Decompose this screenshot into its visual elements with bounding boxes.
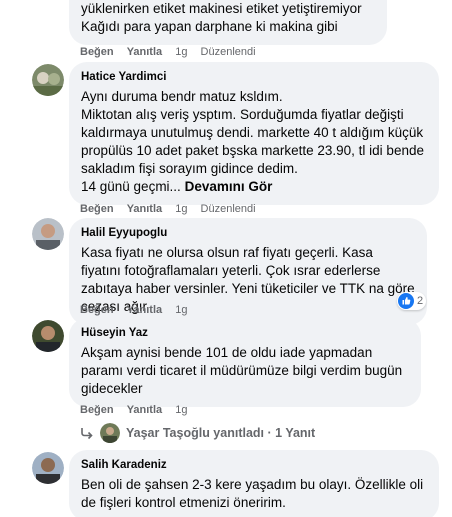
comment-time[interactable]: 1g	[175, 404, 187, 416]
comment-actions: Beğen Yanıtla 1g Düzenlendi	[80, 202, 266, 216]
reply-button[interactable]: Yanıtla	[127, 46, 162, 58]
like-reaction-icon	[398, 293, 414, 309]
replier-avatar	[100, 423, 120, 443]
replies-summary: Yaşar Taşoğlu yanıtladı · 1 Yanıt	[126, 426, 316, 440]
comment-actions: Beğen Yanıtla 1g	[80, 303, 197, 317]
comment-author[interactable]: Hatice Yardimci	[81, 70, 427, 85]
avatar[interactable]	[32, 320, 64, 352]
reply-button[interactable]: Yanıtla	[127, 203, 162, 215]
comment-author[interactable]: Halil Eyyupoglu	[81, 226, 415, 241]
comment-text: Ben oli de şahsen 2-3 kere yaşadım bu ol…	[81, 477, 424, 510]
comment-author[interactable]: Hüseyin Yaz	[81, 326, 409, 341]
reaction-summary[interactable]: 2	[397, 292, 427, 310]
comment-time[interactable]: 1g	[175, 203, 187, 215]
comment-time[interactable]: 1g	[175, 304, 187, 316]
avatar[interactable]	[32, 64, 64, 96]
edited-label: Düzenlendi	[200, 46, 256, 58]
comment-actions: Beğen Yanıtla 1g Düzenlendi	[80, 45, 266, 59]
comment-bubble: Hatice Yardimci Aynı duruma bendr matuz …	[69, 62, 439, 205]
view-replies-link[interactable]: Yaşar Taşoğlu yanıtladı · 1 Yanıt	[80, 423, 315, 443]
reply-button[interactable]: Yanıtla	[127, 304, 162, 316]
reaction-count: 2	[417, 295, 424, 307]
see-more-link[interactable]: Devamını Gör	[185, 179, 273, 194]
comment-text: Aynı duruma bendr matuz ksldım. Miktotan…	[81, 88, 427, 196]
comment-bubble: yüklenirken etiket makinesi etiket yetiş…	[69, 0, 387, 45]
reply-button[interactable]: Yanıtla	[127, 404, 162, 416]
comment-text: Akşam aynisi bende 101 de oldu iade yapm…	[81, 345, 403, 396]
comment-author[interactable]: Salih Karadeniz	[81, 458, 427, 473]
reply-arrow-icon	[81, 428, 93, 440]
comment-bubble: Hüseyin Yaz Akşam aynisi bende 101 de ol…	[69, 318, 421, 407]
comment-actions: Beğen Yanıtla 1g	[80, 403, 197, 417]
like-button[interactable]: Beğen	[80, 203, 114, 215]
comment-time[interactable]: 1g	[175, 46, 187, 58]
like-button[interactable]: Beğen	[80, 46, 114, 58]
comment-bubble: Salih Karadeniz Ben oli de şahsen 2-3 ke…	[69, 450, 439, 517]
edited-label: Düzenlendi	[200, 203, 256, 215]
comment-text: yüklenirken etiket makinesi etiket yetiş…	[81, 1, 362, 34]
avatar[interactable]	[32, 452, 64, 484]
like-button[interactable]: Beğen	[80, 404, 114, 416]
like-button[interactable]: Beğen	[80, 304, 114, 316]
avatar[interactable]	[32, 218, 64, 250]
